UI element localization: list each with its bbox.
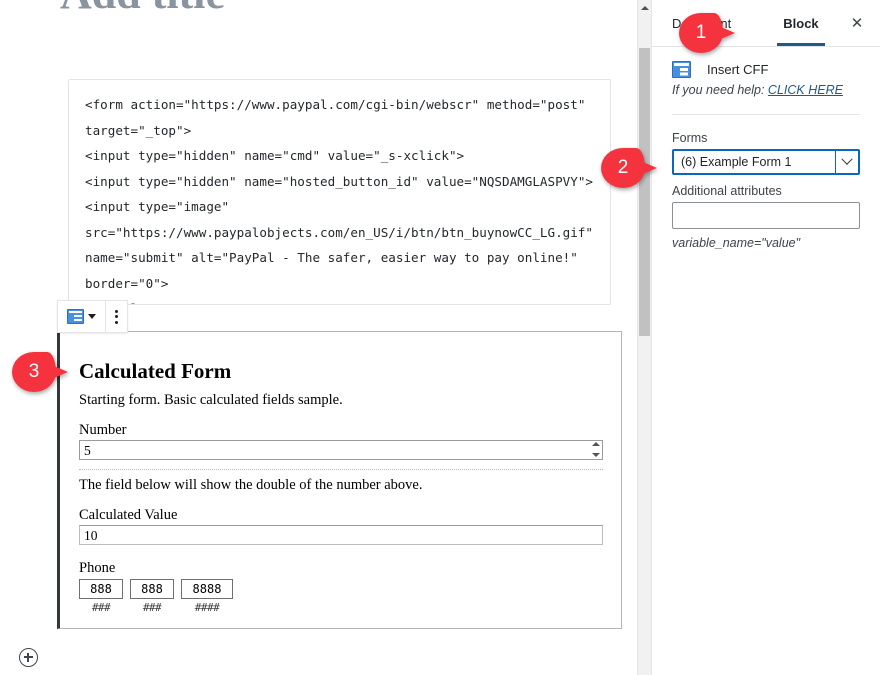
marker-number: 2 xyxy=(601,148,645,188)
callout-marker-2: 2 xyxy=(601,148,657,188)
phone-field-group: 888 ### 888 ### 8888 #### xyxy=(79,579,603,614)
help-link[interactable]: CLICK HERE xyxy=(768,83,843,97)
marker-number: 3 xyxy=(12,352,56,392)
number-input[interactable]: 5 xyxy=(79,440,603,460)
calculated-field-label: Calculated Value xyxy=(79,507,603,524)
phone-input-3[interactable]: 8888 xyxy=(181,579,233,599)
callout-marker-3: 3 xyxy=(12,352,68,392)
number-field-label: Number xyxy=(79,422,603,439)
block-settings-sidebar: Document Block ✕ Insert CFF If you need … xyxy=(651,0,880,675)
calculated-value-input[interactable]: 10 xyxy=(79,525,603,545)
phone-hint-2: ### xyxy=(143,601,161,614)
cff-form-icon xyxy=(67,309,84,324)
circle-plus-icon[interactable] xyxy=(19,648,38,667)
callout-marker-1: 1 xyxy=(679,13,735,53)
help-line: If you need help: CLICK HERE xyxy=(652,78,880,97)
editor-canvas: Add title <form action="https://www.payp… xyxy=(0,0,637,675)
cff-form-icon xyxy=(672,61,691,78)
insert-cff-label: Insert CFF xyxy=(707,62,768,77)
attributes-hint: variable_name="value" xyxy=(672,236,860,250)
kebab-menu-icon xyxy=(115,310,118,324)
close-icon[interactable]: ✕ xyxy=(846,12,868,34)
scrollbar-thumb[interactable] xyxy=(639,48,650,336)
phone-hint-3: #### xyxy=(195,601,220,614)
form-description: Starting form. Basic calculated fields s… xyxy=(79,392,603,409)
additional-attributes-label: Additional attributes xyxy=(672,184,860,198)
forms-section: Forms (6) Example Form 1 Additional attr… xyxy=(652,115,880,250)
number-field-wrapper: 5 xyxy=(79,440,603,460)
stepper-up-icon[interactable] xyxy=(592,442,600,446)
chevron-down-icon[interactable] xyxy=(835,151,858,173)
marker-number: 1 xyxy=(679,13,723,53)
calculated-form-block[interactable]: Calculated Form Starting form. Basic cal… xyxy=(57,331,622,629)
help-text: If you need help: xyxy=(672,83,764,97)
phone-hint-1: ### xyxy=(92,601,110,614)
editor-scrollbar[interactable] xyxy=(637,0,651,675)
forms-select[interactable]: (6) Example Form 1 xyxy=(672,149,860,175)
more-options-button[interactable] xyxy=(106,301,127,332)
block-type-button[interactable] xyxy=(58,301,106,332)
form-heading: Calculated Form xyxy=(79,360,603,383)
page-title[interactable]: Add title xyxy=(60,0,225,19)
chevron-down-icon xyxy=(88,314,96,319)
forms-select-value: (6) Example Form 1 xyxy=(681,155,791,169)
stepper-down-icon[interactable] xyxy=(592,453,600,457)
chevron-up-icon[interactable] xyxy=(638,0,651,16)
phone-input-1[interactable]: 888 xyxy=(79,579,123,599)
code-block[interactable]: <form action="https://www.paypal.com/cgi… xyxy=(68,79,611,305)
tab-block[interactable]: Block xyxy=(777,1,824,46)
form-preview: Calculated Form Starting form. Basic cal… xyxy=(79,360,603,614)
block-toolbar xyxy=(57,300,128,333)
form-divider xyxy=(79,469,603,470)
code-block-text: <form action="https://www.paypal.com/cgi… xyxy=(85,92,594,305)
phone-part: 888 ### xyxy=(79,579,123,614)
phone-input-2[interactable]: 888 xyxy=(130,579,174,599)
phone-part: 8888 #### xyxy=(181,579,233,614)
forms-label: Forms xyxy=(672,131,860,145)
phone-field-label: Phone xyxy=(79,560,603,577)
form-note: The field below will show the double of … xyxy=(79,477,603,494)
phone-part: 888 ### xyxy=(130,579,174,614)
additional-attributes-input[interactable] xyxy=(672,202,860,229)
number-stepper[interactable] xyxy=(590,442,601,457)
